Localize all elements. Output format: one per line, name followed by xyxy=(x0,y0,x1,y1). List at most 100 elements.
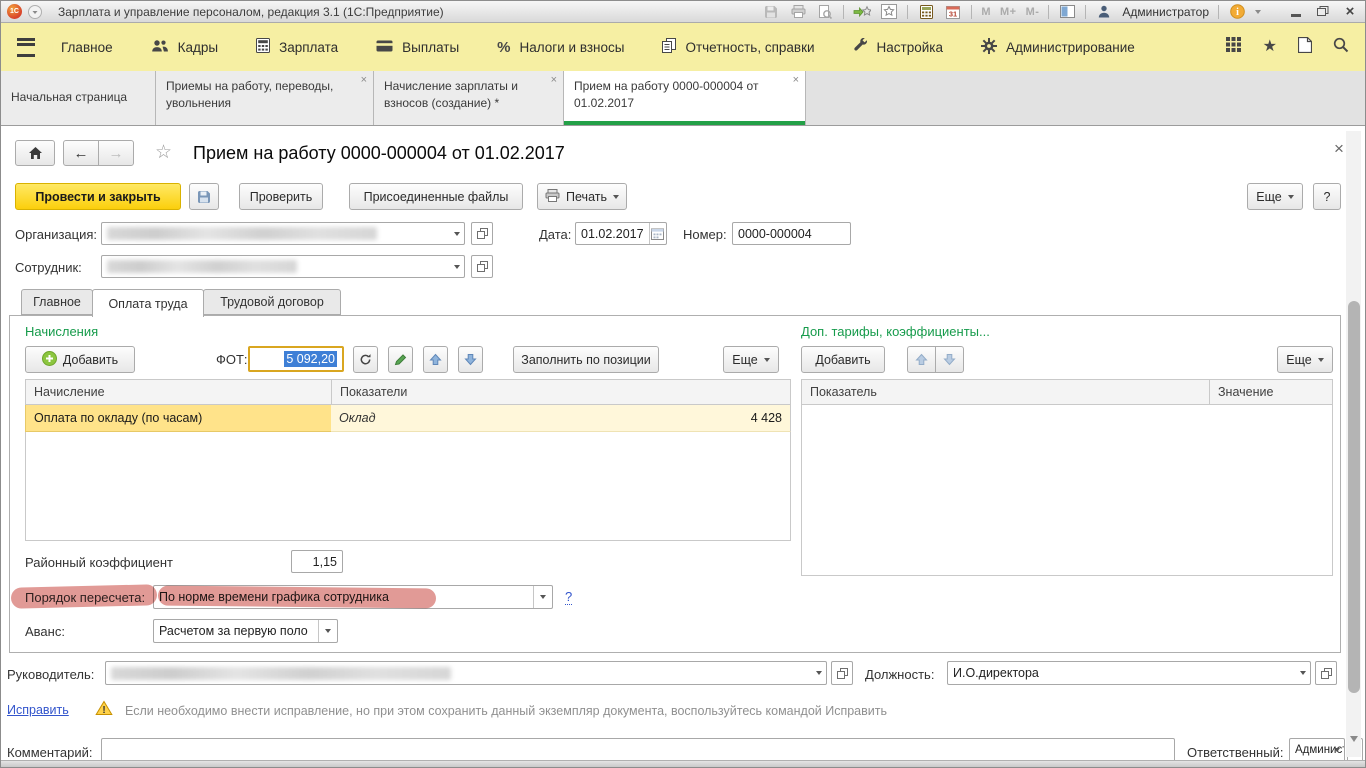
accruals-table-body[interactable] xyxy=(25,432,791,541)
accrual-row-value[interactable]: 4 428 xyxy=(661,405,791,432)
number-input[interactable]: 0000-000004 xyxy=(732,222,851,245)
print-button[interactable]: Печать xyxy=(537,183,627,210)
calendar-picker-icon[interactable] xyxy=(649,223,666,244)
menu-item-vyplaty[interactable]: Выплаты xyxy=(376,40,459,55)
position-open-button[interactable] xyxy=(1315,661,1337,685)
hamburger-menu-icon[interactable] xyxy=(17,38,35,57)
tab-close-icon[interactable]: × xyxy=(361,75,367,86)
save-icon[interactable] xyxy=(762,3,780,21)
organization-combo[interactable] xyxy=(101,222,465,245)
employee-open-button[interactable] xyxy=(471,255,493,278)
menu-item-label: Зарплата xyxy=(279,40,338,55)
comment-input[interactable] xyxy=(101,738,1175,762)
attached-files-button[interactable]: Присоединенные файлы xyxy=(349,183,523,210)
organization-open-button[interactable] xyxy=(471,222,493,245)
tariffs-move-down-button[interactable] xyxy=(935,346,964,373)
fot-input[interactable]: 5 092,20 xyxy=(248,346,344,372)
inner-tab-oplata-truda[interactable]: Оплата труда xyxy=(92,289,204,317)
recalc-order-combo[interactable]: По норме времени графика сотрудника xyxy=(153,585,553,609)
tariffs-table-body[interactable] xyxy=(801,405,1333,576)
dropdown-icon[interactable] xyxy=(1300,671,1306,675)
inner-tab-trudovoy-dogovor[interactable]: Трудовой договор xyxy=(203,289,341,315)
minimize-button[interactable] xyxy=(1287,3,1305,21)
accrual-row-indicator[interactable]: Оклад xyxy=(331,405,661,432)
dropdown-icon[interactable] xyxy=(533,586,552,608)
info-dropdown-icon[interactable] xyxy=(1255,10,1261,14)
menu-item-nastroyka[interactable]: Настройка xyxy=(853,38,943,56)
accruals-add-button[interactable]: Добавить xyxy=(25,346,135,373)
tab-priemy-na-rabotu[interactable]: Приемы на работу, переводы, увольнения× xyxy=(156,71,374,125)
favorite-star-icon[interactable]: ☆ xyxy=(155,141,172,164)
advance-combo[interactable]: Расчетом за первую поло xyxy=(153,619,338,643)
tab-close-icon[interactable]: × xyxy=(551,75,557,86)
recalc-order-label: Порядок пересчета: xyxy=(25,590,145,605)
tab-priem-na-rabotu-document[interactable]: Прием на работу 0000-000004 от 01.02.201… xyxy=(564,71,806,125)
accrual-row-name[interactable]: Оплата по окладу (по часам) xyxy=(25,405,332,432)
tab-nachislenie-zarplaty[interactable]: Начисление зарплаты и взносов (создание)… xyxy=(374,71,564,125)
tariffs-more-button[interactable]: Еще xyxy=(1277,346,1333,373)
apps-grid-icon[interactable] xyxy=(1225,36,1242,58)
favorites-star-icon[interactable]: ★ xyxy=(1263,39,1277,55)
menu-item-glavnoe[interactable]: Главное xyxy=(61,40,113,55)
menu-item-zarplata[interactable]: Зарплата xyxy=(256,38,338,56)
accruals-more-button[interactable]: Еще xyxy=(723,346,779,373)
save-document-button[interactable] xyxy=(189,183,219,210)
fix-link[interactable]: Исправить xyxy=(7,703,69,717)
help-button[interactable]: ? xyxy=(1313,183,1341,210)
tab-home-page[interactable]: Начальная страница xyxy=(1,71,156,125)
position-combo[interactable]: И.О.директора xyxy=(947,661,1311,685)
forward-button[interactable]: → xyxy=(98,140,134,166)
tab-close-icon[interactable]: × xyxy=(793,75,799,86)
tariffs-move-up-button[interactable] xyxy=(907,346,936,373)
maximize-button[interactable] xyxy=(1314,3,1332,21)
print-icon[interactable] xyxy=(789,3,807,21)
inner-tab-glavnoe[interactable]: Главное xyxy=(21,289,93,315)
memory-recall-button[interactable]: M xyxy=(981,6,991,18)
responsible-combo[interactable]: Администратор xyxy=(1289,738,1345,762)
edit-pencil-button[interactable] xyxy=(388,346,413,373)
move-down-button[interactable] xyxy=(458,346,483,373)
date-input[interactable]: 01.02.2017 xyxy=(575,222,667,245)
preview-icon[interactable] xyxy=(816,3,834,21)
more-button-toolbar[interactable]: Еще xyxy=(1247,183,1303,210)
check-button[interactable]: Проверить xyxy=(239,183,323,210)
dropdown-icon[interactable] xyxy=(816,671,822,675)
post-and-close-button[interactable]: Провести и закрыть xyxy=(15,183,181,210)
search-icon[interactable] xyxy=(1333,37,1349,58)
scrollbar-thumb[interactable] xyxy=(1348,301,1360,693)
calendar-icon[interactable]: 31 xyxy=(944,3,962,21)
close-window-button[interactable]: × xyxy=(1341,3,1359,21)
dropdown-icon[interactable] xyxy=(454,265,460,269)
calculator-icon[interactable] xyxy=(917,3,935,21)
split-window-icon[interactable] xyxy=(1058,3,1076,21)
dropdown-icon[interactable] xyxy=(318,620,337,642)
dropdown-icon[interactable] xyxy=(1334,748,1340,752)
district-coefficient-input[interactable]: 1,15 xyxy=(291,550,343,573)
menu-item-kadry[interactable]: Кадры xyxy=(151,39,218,56)
menu-item-otchetnost[interactable]: Отчетность, справки xyxy=(662,38,814,56)
manager-open-button[interactable] xyxy=(831,661,853,685)
fill-by-position-button[interactable]: Заполнить по позиции xyxy=(513,346,659,373)
memory-subtract-button[interactable]: M- xyxy=(1026,6,1040,18)
memory-add-button[interactable]: M+ xyxy=(1000,6,1017,18)
dropdown-icon[interactable] xyxy=(454,232,460,236)
menu-item-nalogi[interactable]: % Налоги и взносы xyxy=(497,39,624,56)
window-menu-icon[interactable] xyxy=(26,3,44,21)
recalc-help-link[interactable]: ? xyxy=(565,589,572,605)
1c-logo-icon[interactable]: 1С xyxy=(7,4,22,19)
manager-combo[interactable] xyxy=(105,661,827,685)
back-button[interactable]: ← xyxy=(63,140,99,166)
tariffs-add-button[interactable]: Добавить xyxy=(801,346,885,373)
info-icon[interactable]: i xyxy=(1228,3,1246,21)
scrollbar-down-arrow-icon[interactable] xyxy=(1350,736,1358,742)
home-button[interactable] xyxy=(15,140,55,166)
favorites-icon[interactable] xyxy=(880,3,898,21)
close-form-icon[interactable]: × xyxy=(1334,139,1344,159)
percent-icon: % xyxy=(497,39,510,56)
add-to-favorites-icon[interactable] xyxy=(853,3,871,21)
history-icon[interactable] xyxy=(1298,37,1312,58)
fot-recalculate-button[interactable] xyxy=(353,346,378,373)
move-up-button[interactable] xyxy=(423,346,448,373)
menu-item-administrirovanie[interactable]: Администрирование xyxy=(981,38,1135,57)
employee-combo[interactable] xyxy=(101,255,465,278)
